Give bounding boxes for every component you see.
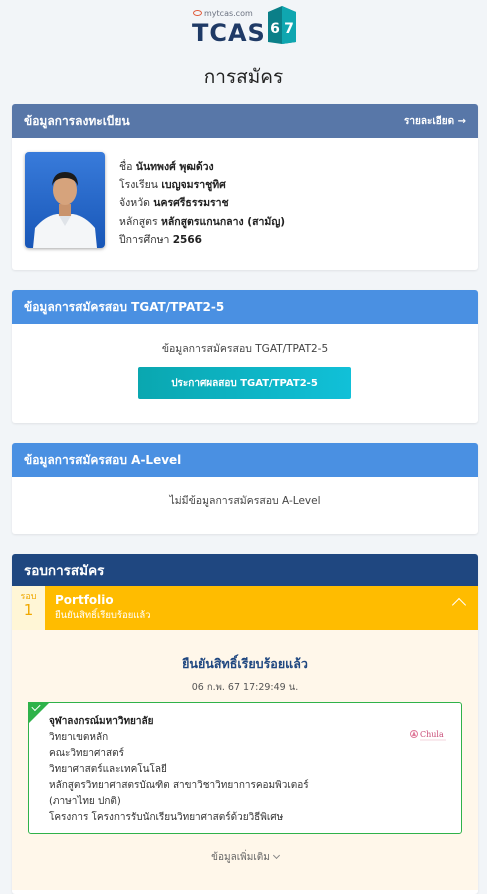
chula-logo-text: Chula xyxy=(420,730,444,739)
profile-info: ชื่อ นันทพงศ์ พุฒด้วง โรงเรียน เบญจมราชู… xyxy=(119,152,285,249)
round-info: Portfolio ยืนยันสิทธิ์เรียบร้อยแล้ว xyxy=(55,593,151,623)
tgat-title: ข้อมูลการสมัครสอบ TGAT/TPAT2-5 xyxy=(24,299,225,314)
detail-link[interactable]: รายละเอียด → xyxy=(404,114,466,129)
eye-icon xyxy=(193,10,202,16)
more-info-link[interactable]: ข้อมูลเพิ่มเติม xyxy=(12,850,478,865)
round-number: 1 xyxy=(23,601,34,619)
alevel-empty-text: ไม่มีข้อมูลการสมัครสอบ A-Level xyxy=(169,495,321,507)
badge-digit-7: 7 xyxy=(284,21,294,37)
rounds-header: รอบการสมัคร xyxy=(12,554,478,586)
brand-name: TCAS xyxy=(192,19,266,47)
rounds-title: รอบการสมัคร xyxy=(24,563,105,579)
program-language: (ภาษาไทย ปกติ) xyxy=(49,796,121,807)
school-name: เบญจมราชูทิศ xyxy=(161,179,226,192)
school-row: โรงเรียน เบญจมราชูทิศ xyxy=(119,179,226,192)
confirmed-datetime: 06 ก.พ. 67 17:29:49 น. xyxy=(191,682,299,693)
program-details: จุฬาลงกรณ์มหาวิทยาลัย วิทยาเขตหลัก คณะวิ… xyxy=(49,714,309,826)
selected-program-box: จุฬาลงกรณ์มหาวิทยาลัย วิทยาเขตหลัก คณะวิ… xyxy=(28,701,462,834)
alevel-title: ข้อมูลการสมัครสอบ A-Level xyxy=(24,452,182,467)
academic-year: 2566 xyxy=(172,233,202,246)
province-name: นครศรีธรรมราช xyxy=(153,197,229,210)
registration-header: ข้อมูลการลงทะเบียน รายละเอียด → xyxy=(12,104,478,138)
curriculum-row: หลักสูตร หลักสูตรแกนกลาง (สามัญ) xyxy=(119,215,286,228)
student-name: นันทพงศ์ พุฒด้วง xyxy=(135,161,214,173)
student-photo xyxy=(25,152,105,248)
round-name: Portfolio xyxy=(55,593,114,607)
tgat-body-text: ข้อมูลการสมัครสอบ TGAT/TPAT2-5 xyxy=(161,343,329,355)
badge-digit-6: 6 xyxy=(270,21,280,37)
registration-title: ข้อมูลการลงทะเบียน xyxy=(24,113,130,128)
alevel-card: ข้อมูลการสมัครสอบ A-Level ไม่มีข้อมูลการ… xyxy=(12,443,478,534)
faculty: คณะวิทยาศาสตร์ xyxy=(49,748,124,759)
round-1-toggle[interactable]: รอบ 1 Portfolio ยืนยันสิทธิ์เรียบร้อยแล้… xyxy=(12,586,478,630)
alevel-header: ข้อมูลการสมัครสอบ A-Level xyxy=(12,443,478,477)
site-name: mytcas.com xyxy=(193,9,253,18)
university-name: จุฬาลงกรณ์มหาวิทยาลัย xyxy=(49,716,154,727)
name-row: ชื่อ นันทพงศ์ พุฒด้วง xyxy=(119,161,214,173)
program: หลักสูตรวิทยาศาสตรบัณฑิต สาขาวิชาวิทยากา… xyxy=(49,780,309,791)
project: โครงการ โครงการรับนักเรียนวิทยาศาสตร์ด้ว… xyxy=(49,812,284,823)
round-number-box: รอบ 1 xyxy=(12,586,45,630)
campus: วิทยาเขตหลัก xyxy=(49,732,109,743)
tgat-results-button[interactable]: ประกาศผลสอบ TGAT/TPAT2-5 xyxy=(138,367,351,399)
field: วิทยาศาสตร์และเทคโนโลยี xyxy=(49,764,167,775)
page-title: การสมัคร xyxy=(203,66,284,88)
tcas-logo[interactable]: mytcas.com TCAS 6 7 xyxy=(0,6,487,48)
tgat-header: ข้อมูลการสมัครสอบ TGAT/TPAT2-5 xyxy=(12,290,478,324)
chevron-up-icon[interactable] xyxy=(451,597,467,613)
registration-card: ข้อมูลการลงทะเบียน รายละเอียด → ชื่อ นัน… xyxy=(12,104,478,270)
round-detail: ยืนยันสิทธิ์เรียบร้อยแล้ว 06 ก.พ. 67 17:… xyxy=(12,630,478,890)
province-row: จังหวัด นครศรีธรรมราช xyxy=(119,197,229,210)
chula-logo: Chula xyxy=(410,730,446,741)
rounds-card: รอบการสมัคร รอบ 1 Portfolio ยืนยันสิทธิ์… xyxy=(12,554,478,894)
year-badge-icon: 6 7 xyxy=(268,6,296,44)
profile-section: ชื่อ นันทพงศ์ พุฒด้วง โรงเรียน เบญจมราชู… xyxy=(12,138,478,263)
year-row: ปีการศึกษา 2566 xyxy=(119,233,202,246)
confirmed-heading: ยืนยันสิทธิ์เรียบร้อยแล้ว xyxy=(182,656,308,671)
chevron-down-icon xyxy=(272,851,280,860)
round-status: ยืนยันสิทธิ์เรียบร้อยแล้ว xyxy=(55,610,151,621)
curriculum-name: หลักสูตรแกนกลาง (สามัญ) xyxy=(160,215,286,228)
tgat-card: ข้อมูลการสมัครสอบ TGAT/TPAT2-5 ข้อมูลการ… xyxy=(12,290,478,423)
